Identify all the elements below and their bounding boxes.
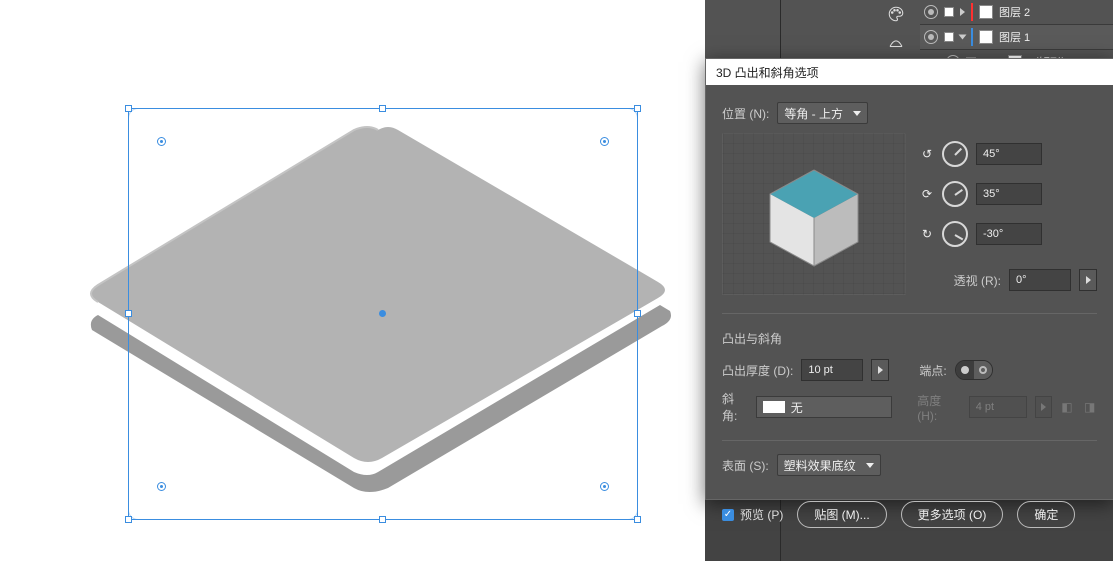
resize-handle[interactable] — [634, 105, 641, 112]
cap-label: 端点: — [919, 362, 946, 379]
selection-center — [379, 310, 386, 317]
check-icon: ✓ — [722, 509, 734, 521]
extrude-depth-stepper[interactable] — [871, 359, 889, 381]
selection-bounding-box[interactable] — [128, 108, 638, 520]
corner-radius-anchor[interactable] — [157, 482, 166, 491]
cap-hollow-option[interactable] — [974, 361, 992, 379]
bevel-label: 斜角: — [722, 390, 748, 424]
extrude-bevel-section: 凸出与斜角 凸出厚度 (D): 10 pt 端点: 斜角: 无 — [722, 313, 1097, 424]
rotate-z-value[interactable]: -30° — [976, 223, 1042, 245]
chevron-down-icon — [866, 463, 874, 468]
resize-handle[interactable] — [125, 310, 132, 317]
cap-toggle[interactable] — [955, 360, 993, 380]
layer-color-bar — [971, 28, 973, 46]
rotate-x-dial[interactable] — [942, 141, 968, 167]
position-row: 位置 (N): 等角 - 上方 — [722, 99, 1097, 127]
visibility-toggle-icon[interactable] — [924, 30, 938, 44]
bevel-select[interactable]: 无 — [756, 396, 892, 418]
perspective-stepper[interactable] — [1079, 269, 1097, 291]
layer-name: 图层 2 — [999, 4, 1030, 20]
surface-label: 表面 (S): — [722, 457, 769, 474]
more-options-button[interactable]: 更多选项 (O) — [901, 501, 1004, 528]
cap-solid-option[interactable] — [956, 361, 974, 379]
rotate-vertical-icon: ⟳ — [920, 187, 934, 201]
corner-radius-anchor[interactable] — [157, 137, 166, 146]
position-select[interactable]: 等角 - 上方 — [777, 102, 868, 124]
bevel-value: 无 — [791, 399, 803, 416]
perspective-value[interactable]: 0° — [1009, 269, 1071, 291]
bevel-height-stepper — [1035, 396, 1052, 418]
layer-row[interactable]: 图层 2 — [920, 0, 1113, 25]
perspective-label: 透视 (R): — [954, 272, 1001, 289]
3d-rotation-preview[interactable] — [722, 133, 906, 295]
extrude-depth-label: 凸出厚度 (D): — [722, 362, 793, 379]
dialog-title: 3D 凸出和斜角选项 — [716, 64, 819, 81]
bevel-thumbnail — [763, 401, 785, 413]
resize-handle[interactable] — [634, 516, 641, 523]
layer-row[interactable]: 图层 1 — [920, 25, 1113, 50]
rotate-z-row: ↻ -30° — [920, 221, 1097, 247]
selection-indicator — [944, 32, 954, 42]
position-value: 等角 - 上方 — [784, 105, 843, 122]
position-label: 位置 (N): — [722, 105, 769, 122]
rotate-horizontal-icon: ↺ — [920, 147, 934, 161]
rotate-y-row: ⟳ 35° — [920, 181, 1097, 207]
resize-handle[interactable] — [125, 105, 132, 112]
rotate-y-dial[interactable] — [942, 181, 968, 207]
artboard[interactable] — [0, 0, 705, 561]
rotate-x-value[interactable]: 45° — [976, 143, 1042, 165]
resize-handle[interactable] — [379, 516, 386, 523]
bevel-in-icon: ◧ — [1060, 399, 1075, 415]
layer-thumbnail — [979, 5, 993, 19]
layer-color-bar — [971, 3, 973, 21]
visibility-toggle-icon[interactable] — [924, 5, 938, 19]
3d-extrude-bevel-dialog[interactable]: 3D 凸出和斜角选项 位置 (N): 等角 - 上方 — [705, 58, 1113, 500]
preview-cube-icon — [754, 154, 874, 274]
preview-checkbox[interactable]: ✓ 预览 (P) — [722, 506, 783, 523]
corner-radius-anchor[interactable] — [600, 137, 609, 146]
layer-thumbnail — [979, 30, 993, 44]
collapse-icon[interactable] — [959, 35, 967, 40]
rotate-z-dial[interactable] — [942, 221, 968, 247]
corner-radius-anchor[interactable] — [600, 482, 609, 491]
surface-section: 表面 (S): 塑料效果底纹 — [722, 440, 1097, 479]
rotate-y-value[interactable]: 35° — [976, 183, 1042, 205]
rotate-x-row: ↺ 45° — [920, 141, 1097, 167]
bevel-out-icon: ◨ — [1082, 399, 1097, 415]
preview-label: 预览 (P) — [740, 506, 783, 523]
bevel-height-group: 高度 (H): 4 pt ◧ ◨ — [917, 392, 1097, 423]
resize-handle[interactable] — [634, 310, 641, 317]
expand-icon[interactable] — [960, 8, 965, 16]
dialog-titlebar[interactable]: 3D 凸出和斜角选项 — [706, 59, 1113, 85]
selection-indicator — [944, 7, 954, 17]
resize-handle[interactable] — [379, 105, 386, 112]
perspective-row: 透视 (R): 0° — [920, 269, 1097, 291]
layer-name: 图层 1 — [999, 29, 1030, 45]
surface-select[interactable]: 塑料效果底纹 — [777, 454, 881, 476]
ok-button[interactable]: 确定 — [1017, 501, 1075, 528]
dialog-button-row: ✓ 预览 (P) 贴图 (M)... 更多选项 (O) 确定 — [722, 501, 1097, 528]
extrude-depth-input[interactable]: 10 pt — [801, 359, 863, 381]
rotate-z-icon: ↻ — [920, 227, 934, 241]
map-art-button[interactable]: 贴图 (M)... — [797, 501, 886, 528]
chevron-down-icon — [853, 111, 861, 116]
bevel-height-label: 高度 (H): — [917, 392, 961, 423]
extrude-section-title: 凸出与斜角 — [722, 330, 782, 347]
surface-value: 塑料效果底纹 — [784, 457, 856, 474]
panel-icon-strip — [880, 0, 916, 56]
bevel-height-input: 4 pt — [969, 396, 1027, 418]
palette-icon[interactable] — [880, 0, 912, 28]
shape-tool-icon[interactable] — [880, 28, 912, 56]
resize-handle[interactable] — [125, 516, 132, 523]
